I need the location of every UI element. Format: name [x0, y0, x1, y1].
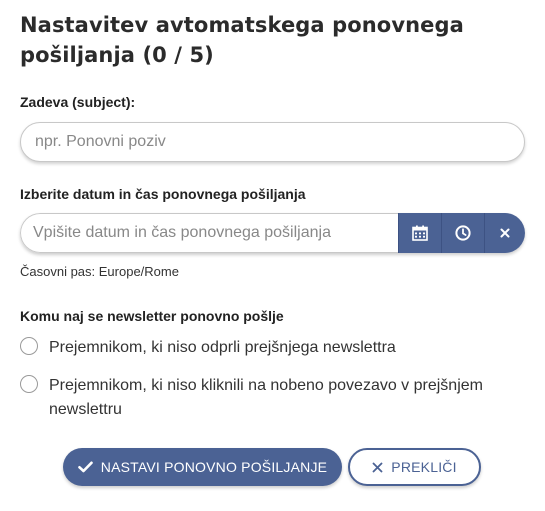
datetime-picker: Vpišite datum in čas ponovnega pošiljanj…: [20, 213, 525, 253]
cancel-button[interactable]: PREKLIČI: [348, 448, 481, 486]
clear-button[interactable]: [484, 213, 525, 253]
clock-icon: [455, 225, 471, 241]
close-icon: [372, 462, 383, 472]
set-resend-button[interactable]: NASTAVI PONOVNO POŠILJANJE: [63, 448, 342, 486]
dialog-title: Nastavitev avtomatskega ponovnega pošilj…: [20, 13, 464, 67]
calendar-button[interactable]: [398, 213, 441, 253]
recipients-label: Komu naj se newsletter ponovno pošlje: [20, 308, 284, 324]
time-button[interactable]: [441, 213, 484, 253]
radio-option-not-clicked[interactable]: Prejemnikom, ki niso kliknili na nobeno …: [20, 374, 520, 422]
radio-label: Prejemnikom, ki niso kliknili na nobeno …: [49, 377, 483, 418]
radio-option-not-opened[interactable]: Prejemnikom, ki niso odprli prejšnjega n…: [20, 336, 396, 360]
radio-button[interactable]: [20, 375, 38, 393]
subject-input[interactable]: npr. Ponovni poziv: [20, 122, 525, 162]
check-icon: [77, 461, 93, 473]
close-icon: [500, 228, 510, 238]
timezone-note: Časovni pas: Europe/Rome: [20, 264, 179, 279]
radio-label: Prejemnikom, ki niso odprli prejšnjega n…: [49, 339, 396, 356]
cancel-label: PREKLIČI: [391, 459, 457, 475]
datetime-input[interactable]: Vpišite datum in čas ponovnega pošiljanj…: [20, 213, 398, 253]
datetime-label: Izberite datum in čas ponovnega pošiljan…: [20, 186, 306, 202]
radio-button[interactable]: [20, 337, 38, 355]
subject-label: Zadeva (subject):: [20, 94, 136, 110]
calendar-icon: [412, 225, 428, 241]
set-resend-label: NASTAVI PONOVNO POŠILJANJE: [100, 459, 328, 475]
